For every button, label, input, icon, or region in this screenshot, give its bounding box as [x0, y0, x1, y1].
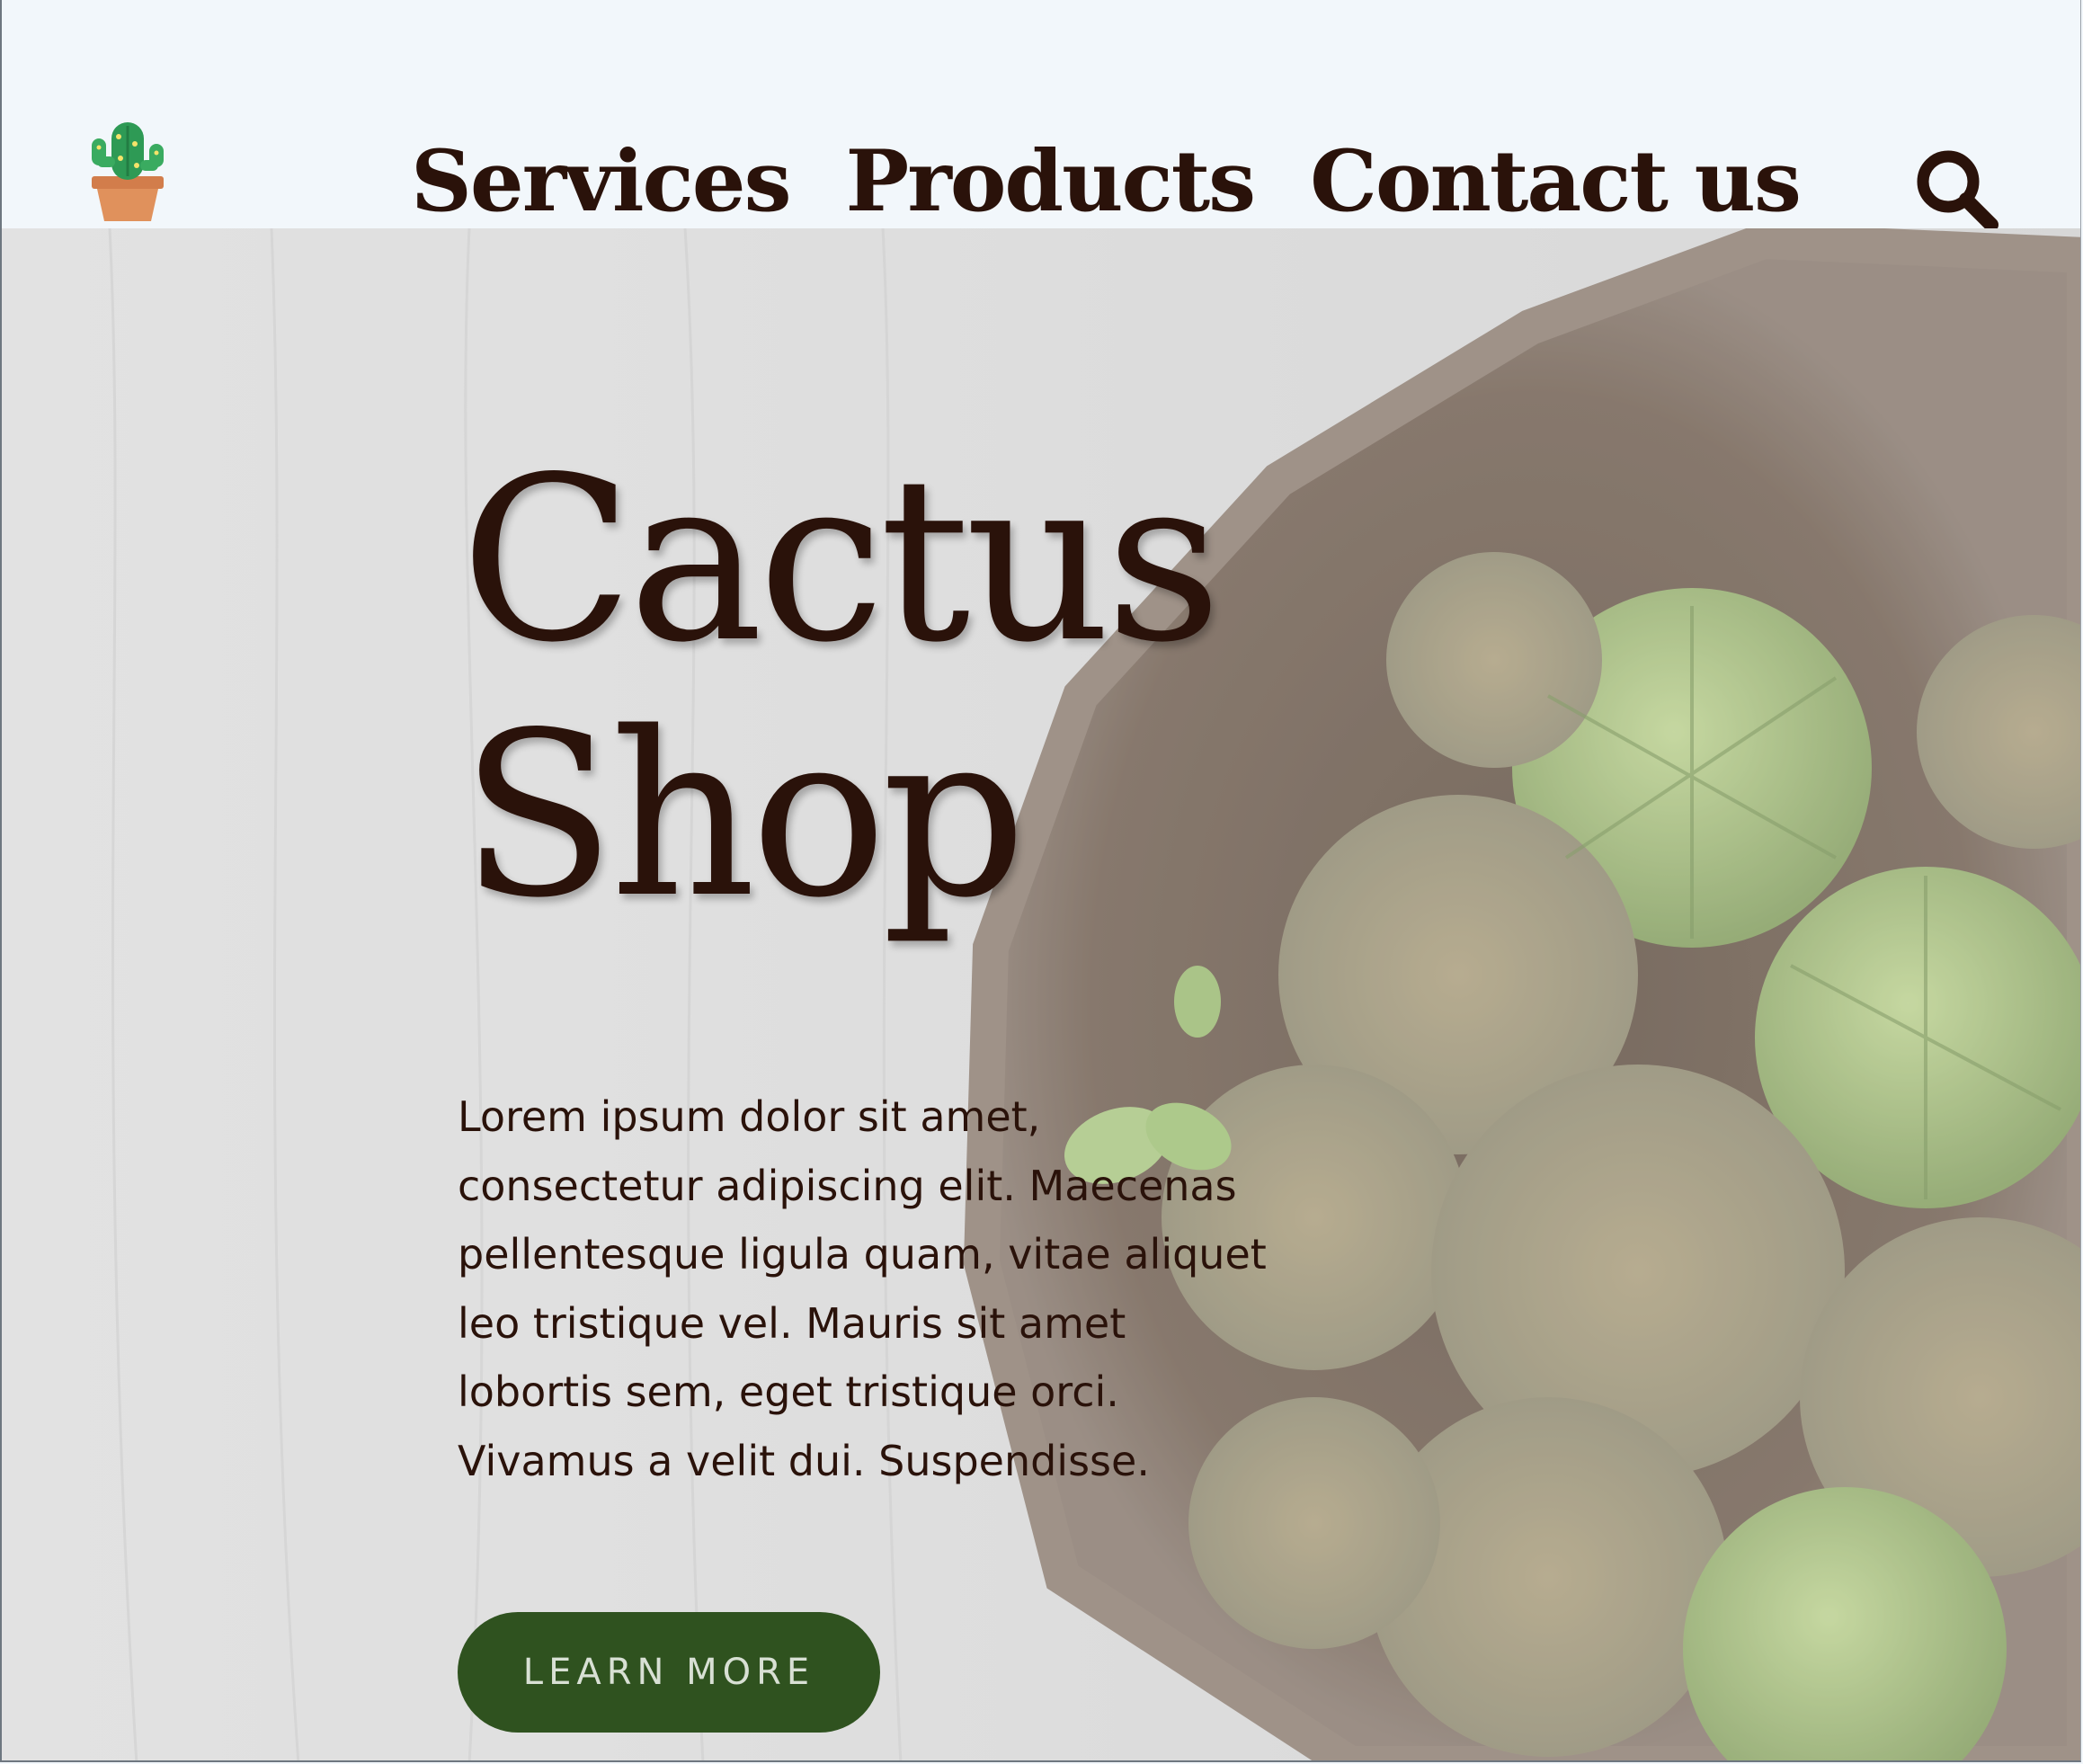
hero-title: Cactus Shop	[460, 429, 1222, 948]
learn-more-button[interactable]: LEARN MORE	[458, 1612, 880, 1733]
main-nav: Services Products Contact us	[411, 131, 1802, 232]
nav-contact-us[interactable]: Contact us	[1310, 131, 1802, 232]
site-header: Services Products Contact us	[2, 0, 2080, 232]
hero-title-line-1: Cactus	[460, 429, 1222, 692]
nav-products[interactable]: Products	[846, 131, 1257, 232]
hero-description: Lorem ipsum dolor sit amet, consectetur …	[458, 1092, 1267, 1485]
search-icon[interactable]	[1912, 146, 1998, 232]
nav-services[interactable]: Services	[411, 131, 792, 232]
cactus-pot-icon[interactable]	[85, 117, 171, 223]
page: Services Products Contact us Cactus Shop…	[0, 0, 2081, 1762]
hero-title-line-2: Shop	[460, 684, 1027, 948]
hero-section: Cactus Shop Lorem ipsum dolor sit amet, …	[2, 228, 2080, 1760]
